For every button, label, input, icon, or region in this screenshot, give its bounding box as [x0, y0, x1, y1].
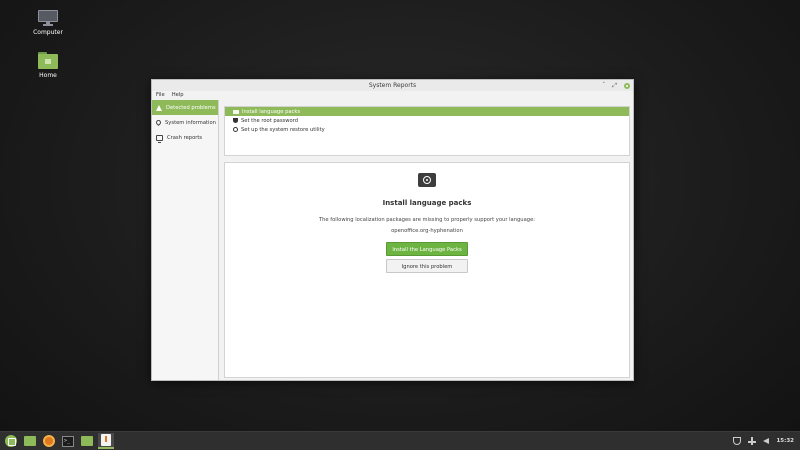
- desktop-icon-label: Home: [39, 72, 57, 79]
- files-icon: [81, 436, 93, 446]
- ignore-problem-button[interactable]: Ignore this problem: [386, 259, 468, 273]
- taskbar-files[interactable]: [79, 433, 95, 449]
- menu-help[interactable]: Help: [172, 91, 184, 100]
- firefox-icon: [43, 435, 55, 447]
- desktop-icon-home[interactable]: Home: [18, 52, 78, 79]
- computer-icon: [38, 10, 58, 26]
- message-icon: [233, 109, 239, 114]
- mint-menu-icon: [5, 435, 17, 447]
- sidebar-item-label: Detected problems: [166, 104, 216, 111]
- problem-install-language-packs[interactable]: Install language packs: [225, 107, 629, 116]
- detail-title: Install language packs: [382, 199, 472, 207]
- problem-label: Install language packs: [242, 108, 301, 115]
- taskbar-menu-button[interactable]: [3, 433, 19, 449]
- taskbar-show-desktop[interactable]: [22, 433, 38, 449]
- menu-file[interactable]: File: [156, 91, 165, 100]
- shield-icon: [233, 118, 238, 123]
- warning-icon: [156, 104, 162, 111]
- desktop-icon-label: Computer: [33, 29, 63, 36]
- network-icon[interactable]: [748, 437, 757, 445]
- volume-icon[interactable]: [763, 438, 770, 444]
- taskbar-firefox[interactable]: [41, 433, 57, 449]
- taskbar-system-reports[interactable]: [98, 433, 114, 449]
- window-titlebar[interactable]: System Reports ˇ ⤢: [152, 80, 633, 91]
- language-icon: [418, 173, 436, 187]
- home-folder-icon: [38, 52, 58, 69]
- problem-label: Set the root password: [241, 117, 299, 124]
- taskbar: >_ 15:32: [0, 431, 800, 450]
- taskbar-terminal[interactable]: >_: [60, 433, 76, 449]
- problem-label: Set up the system restore utility: [241, 126, 325, 133]
- clock-icon: [233, 127, 238, 132]
- show-desktop-icon: [24, 436, 36, 446]
- sidebar-item-crash-reports[interactable]: Crash reports: [152, 130, 218, 145]
- menubar: File Help: [152, 91, 633, 100]
- window-content: Detected problems System information Cra…: [152, 100, 633, 380]
- location-pin-icon: [156, 120, 161, 126]
- clock[interactable]: 15:32: [776, 438, 794, 444]
- problems-list: Install language packs Set the root pass…: [224, 106, 630, 156]
- problem-system-restore[interactable]: Set up the system restore utility: [225, 125, 629, 134]
- sidebar-item-detected-problems[interactable]: Detected problems: [152, 100, 218, 115]
- problem-detail-panel: Install language packs The following loc…: [224, 162, 630, 378]
- maximize-icon[interactable]: ⤢: [612, 82, 617, 89]
- monitor-icon: [156, 134, 163, 143]
- shield-icon[interactable]: [733, 437, 742, 445]
- problem-set-root-password[interactable]: Set the root password: [225, 116, 629, 125]
- minimize-icon[interactable]: ˇ: [602, 82, 605, 89]
- sidebar-item-system-information[interactable]: System information: [152, 115, 218, 130]
- sidebar-item-label: System information: [165, 119, 216, 126]
- desktop-icon-computer[interactable]: Computer: [18, 10, 78, 36]
- install-language-packs-button[interactable]: Install the Language Packs: [386, 242, 468, 256]
- sidebar-item-label: Crash reports: [167, 134, 203, 141]
- sidebar: Detected problems System information Cra…: [152, 100, 219, 380]
- window-title: System Reports: [368, 82, 417, 89]
- detail-package: openoffice.org-hyphenation: [391, 228, 463, 234]
- close-icon[interactable]: [624, 82, 630, 89]
- system-reports-window: System Reports ˇ ⤢ File Help Detected pr…: [151, 79, 634, 381]
- terminal-icon: >_: [62, 435, 74, 447]
- system-reports-icon: [101, 434, 111, 446]
- system-tray: 15:32: [733, 437, 800, 445]
- detail-description: The following localization packages are …: [318, 217, 536, 223]
